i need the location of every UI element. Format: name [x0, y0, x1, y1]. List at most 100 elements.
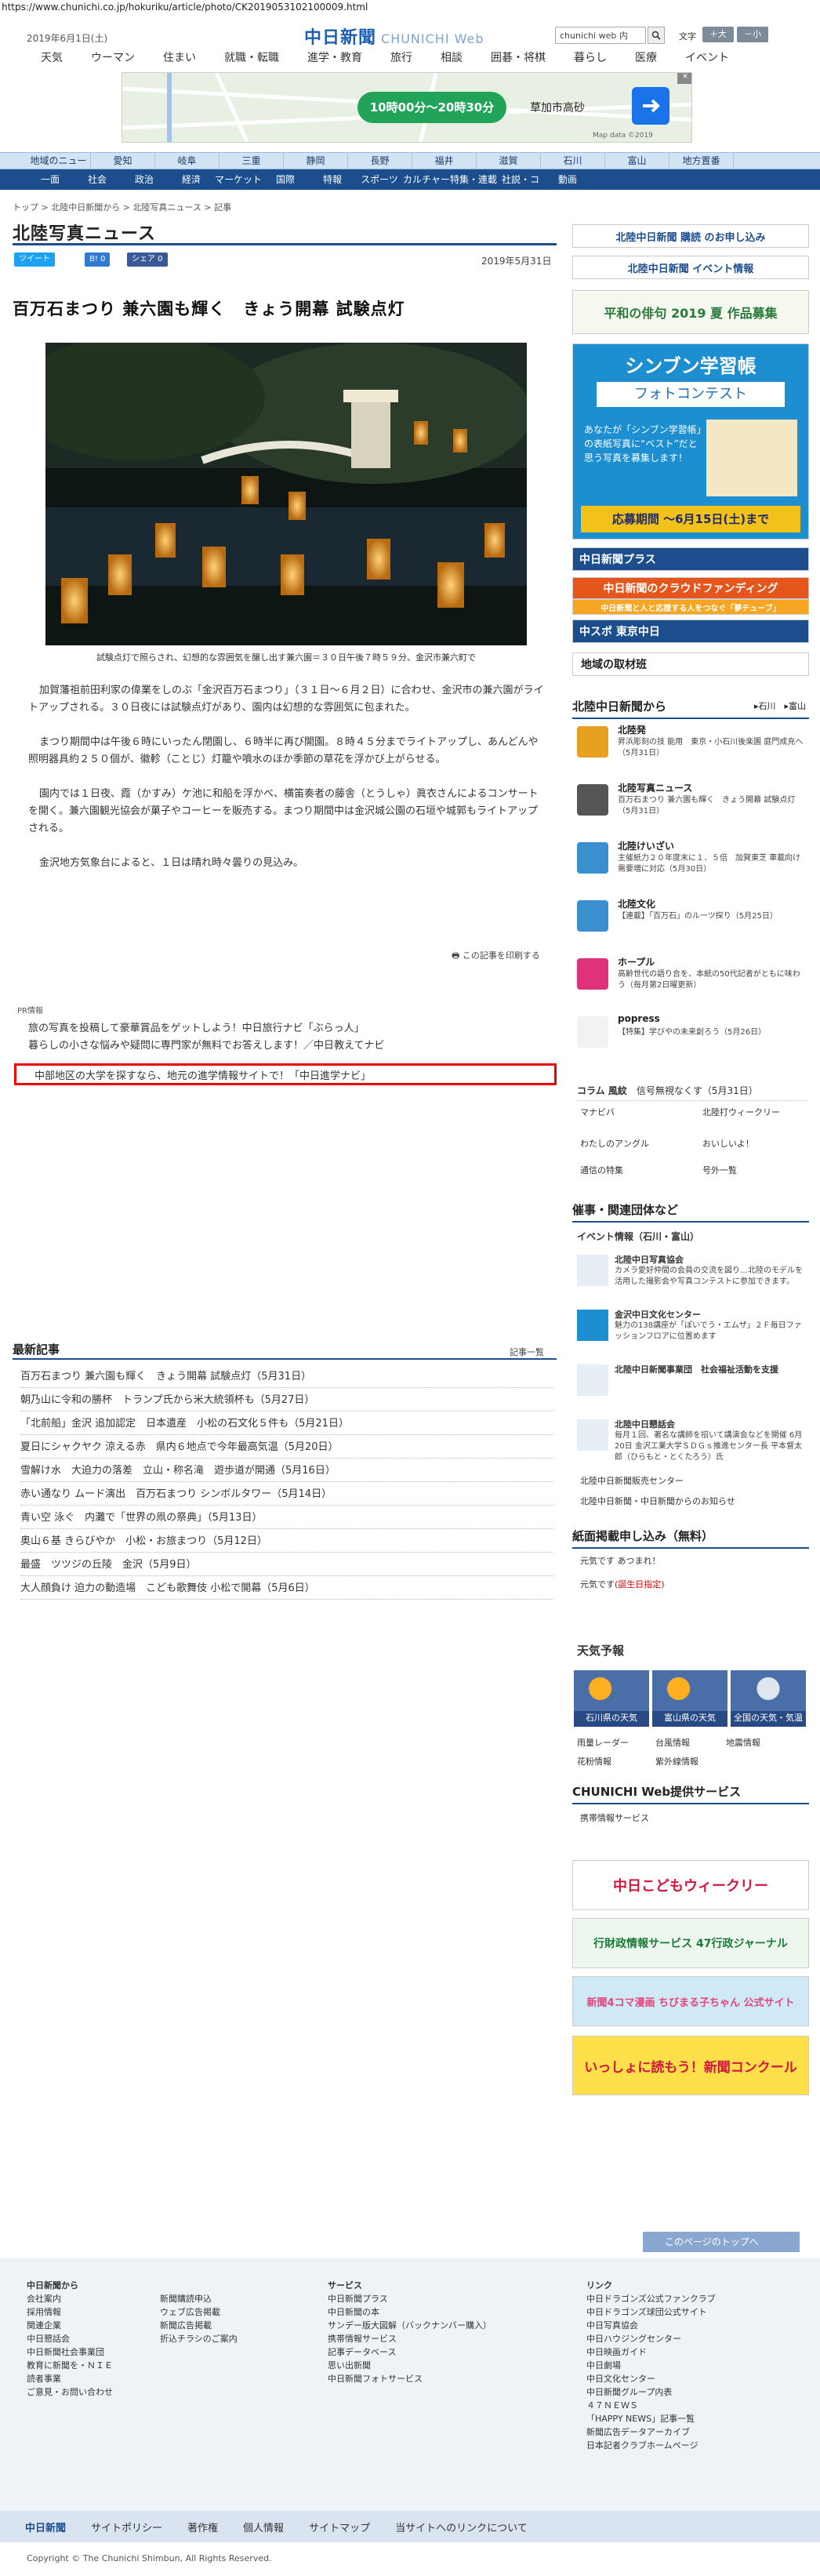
region-nav-item[interactable]: 福井: [412, 152, 477, 169]
weather-link[interactable]: 雨量レーダー: [577, 1736, 629, 1749]
footer-link[interactable]: 中日映画ガイド: [586, 2345, 716, 2359]
footer-link[interactable]: ウェブ広告掲載: [160, 2305, 238, 2319]
address-bar-url[interactable]: https://www.chunichi.co.jp/hokuriku/arti…: [2, 0, 368, 14]
category-nav-item[interactable]: カルチャー: [403, 169, 450, 190]
haiku-banner[interactable]: 平和の俳句 2019 夏 作品募集: [572, 290, 809, 334]
top-nav-item[interactable]: イベント: [671, 49, 743, 67]
page-top-button[interactable]: このページのトップへ: [643, 2232, 800, 2252]
footer-link[interactable]: 会社案内: [27, 2292, 113, 2305]
category-nav-item[interactable]: 経済: [168, 169, 215, 190]
footer-link[interactable]: 中日新聞プラス: [328, 2292, 492, 2305]
side-link[interactable]: 北陸打ウィークリー: [702, 1106, 780, 1118]
hatena-button[interactable]: B! 0: [85, 253, 111, 267]
region-links[interactable]: ▸石川 ▸富山: [754, 699, 806, 712]
news-row[interactable]: ホープル 高齢世代の語り合を、本紙の50代記者がともに味わう（毎月第2日曜更新）: [577, 955, 807, 1004]
footer-link[interactable]: 新聞広告データアーカイブ: [586, 2425, 716, 2439]
region-nav-item[interactable]: 地域のニュース: [27, 152, 91, 183]
region-nav-item[interactable]: 富山: [605, 152, 669, 169]
region-nav-item[interactable]: 滋賀: [477, 152, 541, 169]
event-info-banner[interactable]: 北陸中日新聞 イベント情報: [572, 256, 809, 279]
kodomo-weekly-banner[interactable]: 中日こどもウィークリー: [572, 1860, 809, 1910]
footer-link[interactable]: 採用情報: [27, 2305, 113, 2319]
pr-link[interactable]: 旅の写真を投稿して豪華賞品をゲットしよう！中日旅行ナビ「ぶらっ人」: [28, 1019, 365, 1034]
weather-link[interactable]: 台風情報: [655, 1736, 690, 1749]
service-link[interactable]: 携帯情報サービス: [580, 1811, 649, 1824]
pr-link[interactable]: 暮らしの小さな悩みや疑問に専門家が無料でお答えします！／中日教えてナビ: [28, 1037, 384, 1052]
footer-link[interactable]: 思い出新聞: [328, 2359, 492, 2372]
footer-link[interactable]: 中日新聞フォトサービス: [328, 2372, 492, 2385]
navigate-icon[interactable]: [632, 87, 669, 125]
footer-link[interactable]: 携帯情報サービス: [328, 2332, 492, 2345]
chunichi-plus-banner[interactable]: 中日新聞プラス: [572, 547, 809, 571]
events-head[interactable]: イベント情報（石川・富山）: [577, 1230, 699, 1243]
footer-bar-link[interactable]: 中日新聞: [25, 2520, 66, 2534]
latest-article-link[interactable]: 朝乃山に令和の勝杯 トランプ氏から米大統領杯も（5月27日）: [20, 1390, 553, 1412]
footer-link[interactable]: 「HAPPY NEWS」記事一覧: [586, 2412, 716, 2425]
region-nav-item[interactable]: 静岡: [284, 152, 348, 169]
site-logo[interactable]: 中日新聞 CHUNICHI Web: [304, 24, 484, 49]
footer-bar-link[interactable]: 個人情報: [243, 2520, 284, 2534]
category-nav-item[interactable]: スポーツ: [356, 169, 403, 190]
top-nav-item[interactable]: 進学・教育: [293, 49, 376, 67]
latest-article-link[interactable]: 夏日にシャクヤク 涼える赤 県内６地点で今年最高気温（5月20日）: [20, 1437, 553, 1459]
region-nav-item[interactable]: 三重: [220, 152, 284, 169]
photo-contest-banner[interactable]: シンブン学習帳 フォトコンテスト あなたが「シンブン学習帳」の表紙写真に“ベスト…: [572, 343, 809, 540]
region-link-ishikawa[interactable]: 石川: [758, 701, 775, 711]
region-nav-item[interactable]: 愛知: [91, 152, 155, 169]
maruko-banner[interactable]: 新聞4コマ漫画 ちびまる子ちゃん 公式サイト: [572, 1976, 809, 2026]
latest-article-link[interactable]: 「北前船」金沢 追加認定 日本遺産 小松の石文化５件も（5月21日）: [20, 1413, 553, 1435]
latest-article-link[interactable]: 百万石まつり 兼六園も輝く きょう開幕 試験点灯（5月31日）: [20, 1366, 553, 1388]
latest-article-link[interactable]: 奥山６基 きらびやか 小松・お旅まつり（5月12日）: [20, 1531, 553, 1553]
latest-article-link[interactable]: 赤い通なり ムード演出 百万石まつり シンボルタワー（5月14日）: [20, 1484, 553, 1506]
region-link-toyama[interactable]: 富山: [789, 701, 806, 711]
region-nav-item[interactable]: 地方置番: [669, 152, 734, 169]
category-nav-item[interactable]: 政治: [121, 169, 168, 190]
breadcrumb[interactable]: トップ > 北陸中日新聞から > 北陸写真ニュース > 記事: [13, 201, 231, 213]
footer-link[interactable]: 新聞広告掲載: [160, 2319, 238, 2332]
news-row[interactable]: popress 【特集】学びやの未来創ろう（5月26日）: [577, 1013, 807, 1062]
footer-link[interactable]: ４７ＮＥＷＳ: [586, 2399, 716, 2412]
footer-link[interactable]: 日本記者クラブホームページ: [586, 2439, 716, 2452]
category-nav-item[interactable]: 社会: [74, 169, 121, 190]
font-large-button[interactable]: ＋大: [702, 27, 734, 42]
footer-bar-link[interactable]: サイトマップ: [309, 2520, 370, 2534]
events-link[interactable]: 北陸中日新聞・中日新聞からのお知らせ: [580, 1495, 735, 1507]
column-row[interactable]: コラム 風紋 信号無視なくす（5月31日）: [577, 1084, 807, 1101]
category-nav-item[interactable]: 社説・コラム: [497, 169, 544, 205]
newspaper-contest-banner[interactable]: いっしょに読もう！新聞コンクール: [572, 2036, 809, 2095]
category-nav-item[interactable]: 動画: [544, 169, 591, 190]
footer-link[interactable]: 中日新聞グループ内表: [586, 2385, 716, 2399]
footer-link[interactable]: 新聞購読申込: [160, 2292, 238, 2305]
footer-link[interactable]: 中日新聞社会事業団: [27, 2345, 113, 2359]
top-nav-item[interactable]: 旅行: [376, 49, 426, 67]
weather-ishikawa[interactable]: 石川県の天気: [574, 1670, 649, 1727]
tweet-button[interactable]: ツイート: [14, 253, 55, 267]
footer-link[interactable]: ご意見・お問い合わせ: [27, 2385, 113, 2399]
latest-article-link[interactable]: 最盛 ツツジの丘陵 金沢（5月9日）: [20, 1554, 553, 1576]
footer-link[interactable]: 記事データベース: [328, 2345, 492, 2359]
facebook-share-button[interactable]: シェア 0: [127, 253, 168, 267]
events-link[interactable]: 北陸中日新聞販売センター: [580, 1474, 684, 1487]
category-nav-item[interactable]: 一面: [27, 169, 74, 190]
weather-link[interactable]: 花粉情報: [577, 1755, 611, 1768]
news-row[interactable]: 北陸発 昇浜彫刻の技 能用 東京・小石川後楽園 庭門成充へ（5月31日）: [577, 723, 807, 772]
footer-link[interactable]: 中日新聞の本: [328, 2305, 492, 2319]
top-nav-item[interactable]: 住まい: [149, 49, 210, 67]
map-advert[interactable]: 10時00分～20時30分 草加市高砂 Map data ©2019 ✕: [122, 72, 692, 143]
search-input[interactable]: [555, 27, 646, 44]
footer-link[interactable]: 中日ドラゴンズ公式ファンクラブ: [586, 2292, 716, 2305]
footer-link[interactable]: 中日写真協会: [586, 2319, 716, 2332]
font-small-button[interactable]: －小: [737, 27, 768, 42]
news-row[interactable]: 北陸写真ニュース 百万石まつり 兼六園も輝く きょう開幕 試験点灯（5月31日）: [577, 781, 807, 830]
footer-link[interactable]: 中日ドラゴンズ球団公式サイト: [586, 2305, 716, 2319]
side-link[interactable]: 号外一覧: [702, 1164, 737, 1176]
category-nav-item[interactable]: 特集・連載: [450, 169, 497, 190]
latest-article-link[interactable]: 大人顔負け 迫力の動造場 こども歌舞伎 小松で開幕（5月6日）: [20, 1578, 553, 1600]
ad-time-button[interactable]: 10時00分～20時30分: [357, 92, 506, 123]
latest-article-link[interactable]: 雪解け水 大迫力の落差 立山・称名滝 遊歩道が開通（5月16日）: [20, 1460, 553, 1482]
footer-link[interactable]: 中日ハウジングセンター: [586, 2332, 716, 2345]
footer-link[interactable]: 中日文化センター: [586, 2372, 716, 2385]
article-list-link[interactable]: 記事一覧: [510, 1346, 544, 1358]
footer-bar-link[interactable]: サイトポリシー: [91, 2520, 162, 2534]
top-nav-item[interactable]: 暮らし: [560, 49, 621, 67]
